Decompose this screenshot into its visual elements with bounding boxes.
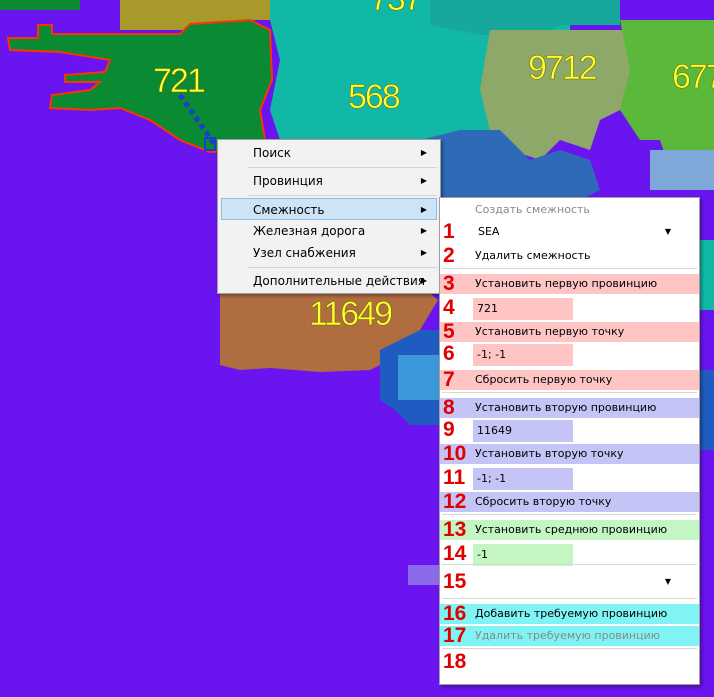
submenu-arrow-icon: ▶ — [420, 276, 427, 285]
row-number-14: 14 — [443, 542, 467, 565]
adjacency-action-button[interactable]: Установить вторую точку — [440, 444, 699, 464]
menu-item-label: Узел снабжения — [253, 246, 356, 260]
province-label-11649: 11649 — [309, 295, 394, 334]
adjacency-action-button[interactable]: Добавить требуемую провинцию — [440, 604, 699, 624]
province-label-721: 721 — [153, 62, 206, 101]
row-number-9: 9 — [443, 418, 455, 441]
adjacency-action-button[interactable]: Установить среднюю провинцию — [440, 520, 699, 540]
adjacency-value-field[interactable]: 11649 — [473, 420, 573, 442]
menu-item-railway[interactable]: Железная дорога ▶ — [221, 220, 437, 242]
adjacency-action-button[interactable]: Сбросить вторую точку — [440, 492, 699, 512]
province-label-737: 737 — [370, 0, 423, 19]
row-number-11: 11 — [443, 466, 466, 489]
panel-separator — [442, 268, 697, 269]
province-light-blue-right — [650, 150, 714, 190]
province-lavender-spot — [408, 565, 440, 585]
context-menu: Поиск ▶ Провинция ▶ Смежность ▶ Железная… — [217, 139, 441, 294]
submenu-arrow-icon: ▶ — [420, 205, 427, 214]
adjacency-action-button[interactable]: Установить первую точку — [440, 322, 699, 342]
menu-item-label: Смежность — [253, 203, 325, 217]
province-teal-right-edge — [698, 240, 714, 310]
panel-separator — [442, 514, 697, 515]
adjacency-action-button[interactable]: Установить первую провинцию — [440, 274, 699, 294]
submenu-arrow-icon: ▶ — [420, 226, 427, 235]
province-label-568: 568 — [348, 78, 401, 117]
adjacency-type-combo[interactable]: SEA ▼ — [440, 222, 699, 242]
menu-item-label: Дополнительные действия — [253, 274, 426, 288]
province-blue-right-edge — [698, 370, 714, 450]
panel-separator — [442, 392, 697, 393]
panel-separator — [442, 648, 697, 649]
adjacency-value-field[interactable]: -1; -1 — [473, 468, 573, 490]
submenu-arrow-icon: ▶ — [420, 148, 427, 157]
create-adjacency-item[interactable]: Создать смежность — [440, 200, 699, 220]
province-label-677: 677 — [672, 58, 714, 97]
panel-separator — [442, 564, 697, 565]
menu-item-province[interactable]: Провинция ▶ — [221, 170, 437, 192]
menu-item-adjacency[interactable]: Смежность ▶ — [221, 198, 437, 220]
adjacency-value-field[interactable]: 721 — [473, 298, 573, 320]
menu-item-label: Поиск — [253, 146, 292, 160]
menu-separator — [248, 267, 437, 268]
row-number-4: 4 — [443, 296, 455, 319]
province-green-top-left — [0, 0, 80, 10]
dropdown-arrow-icon: ▼ — [664, 227, 671, 236]
submenu-arrow-icon: ▶ — [420, 248, 427, 257]
menu-item-supply-node[interactable]: Узел снабжения ▶ — [221, 242, 437, 264]
adjacency-action-button[interactable]: Удалить требуемую провинцию — [440, 626, 699, 646]
menu-separator — [248, 195, 437, 196]
adjacency-submenu: Создать смежность 1 SEA ▼ 2 Удалить смежност… — [439, 197, 700, 685]
panel-separator — [442, 598, 697, 599]
adjacency-type-combo[interactable]: ▼ — [440, 572, 699, 592]
adjacency-action-button[interactable]: Установить вторую провинцию — [440, 398, 699, 418]
adjacency-row-18 — [440, 652, 699, 672]
adjacency-value-field[interactable]: -1 — [473, 544, 573, 566]
menu-item-label: Железная дорога — [253, 224, 366, 238]
province-light-blue-lower — [398, 355, 440, 400]
adjacency-action-button[interactable]: Удалить смежность — [440, 246, 699, 266]
submenu-arrow-icon: ▶ — [420, 176, 427, 185]
province-label-9712: 9712 — [528, 49, 598, 88]
dropdown-arrow-icon: ▼ — [664, 577, 671, 586]
menu-item-extra-actions[interactable]: Дополнительные действия ▶ — [221, 270, 437, 292]
row-number-6: 6 — [443, 342, 455, 365]
menu-separator — [248, 167, 437, 168]
menu-item-search[interactable]: Поиск ▶ — [221, 142, 437, 164]
menu-item-label: Провинция — [253, 174, 323, 188]
adjacency-value-field[interactable]: -1; -1 — [473, 344, 573, 366]
row-number-18: 18 — [443, 650, 467, 673]
adjacency-action-button[interactable]: Сбросить первую точку — [440, 370, 699, 390]
